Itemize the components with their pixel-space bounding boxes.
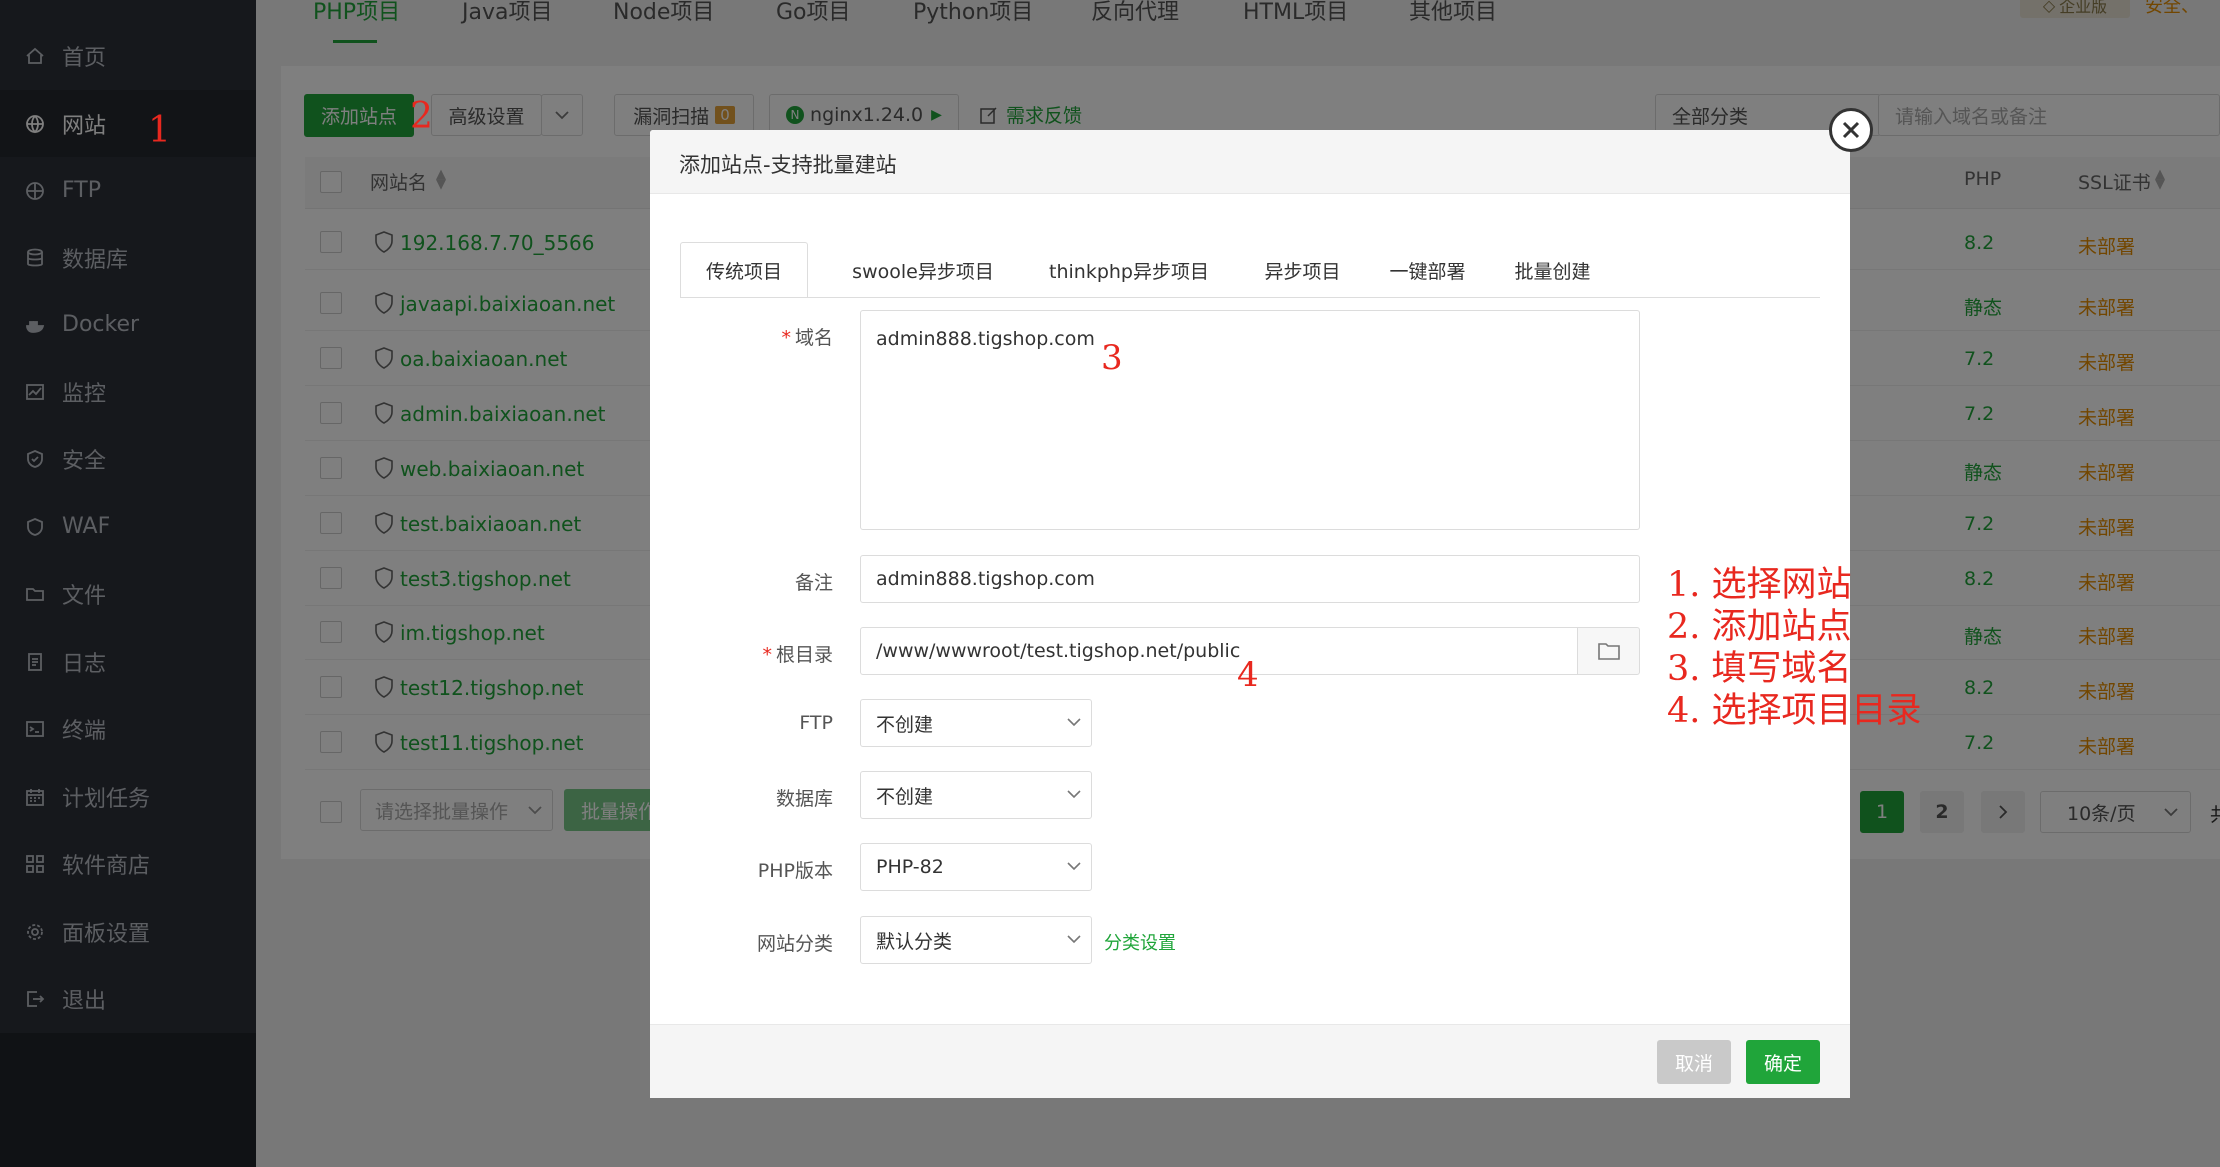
site-category-select[interactable]: 默认分类 xyxy=(860,916,1092,964)
database-select[interactable]: 不创建 xyxy=(860,771,1092,819)
tab-one-click[interactable]: 一键部署 xyxy=(1365,242,1490,298)
root-input[interactable]: /www/wwwroot/test.tigshop.net/public xyxy=(860,627,1578,675)
root-label: * 根目录 xyxy=(762,644,833,666)
annotation-3: 3 xyxy=(1101,338,1123,378)
chevron-down-icon xyxy=(1067,718,1081,727)
annotation-step-1: 1. 选择网站 xyxy=(1667,565,1852,605)
site-category-label: 网站分类 xyxy=(756,933,833,955)
annotation-step-3: 3. 填写域名 xyxy=(1667,649,1852,689)
close-icon xyxy=(1842,121,1860,139)
php-version-select[interactable]: PHP-82 xyxy=(860,843,1092,891)
chevron-down-icon xyxy=(1067,790,1081,799)
annotation-2: 2 xyxy=(410,96,433,137)
annotation-step-4: 4. 选择项目目录 xyxy=(1667,691,1922,731)
cancel-button[interactable]: 取消 xyxy=(1657,1040,1731,1084)
php-version-value: PHP-82 xyxy=(876,856,944,878)
domain-textarea[interactable]: admin888.tigshop.com xyxy=(860,310,1640,530)
tab-swoole[interactable]: swoole异步项目 xyxy=(828,242,1018,298)
ftp-label: FTP xyxy=(799,712,833,734)
modal-title: 添加站点-支持批量建站 xyxy=(679,153,897,177)
tab-traditional[interactable]: 传统项目 xyxy=(680,242,808,298)
annotation-steps: 1. 选择网站 2. 添加站点 3. 填写域名 4. 选择项目目录 xyxy=(1667,564,1922,732)
chevron-down-icon xyxy=(1067,935,1081,944)
database-label: 数据库 xyxy=(775,788,833,810)
browse-folder-button[interactable] xyxy=(1577,627,1640,675)
remark-label: 备注 xyxy=(794,572,833,594)
ftp-select[interactable]: 不创建 xyxy=(860,699,1092,747)
chevron-down-icon xyxy=(1067,862,1081,871)
tab-async[interactable]: 异步项目 xyxy=(1240,242,1365,298)
php-version-label: PHP版本 xyxy=(757,860,833,882)
ftp-select-value: 不创建 xyxy=(876,713,934,736)
database-select-value: 不创建 xyxy=(876,785,934,808)
annotation-4: 4 xyxy=(1237,655,1259,695)
confirm-button[interactable]: 确定 xyxy=(1746,1040,1820,1084)
remark-input[interactable]: admin888.tigshop.com xyxy=(860,555,1640,603)
annotation-step-2: 2. 添加站点 xyxy=(1667,607,1852,647)
category-settings-link[interactable]: 分类设置 xyxy=(1104,929,1176,955)
tab-thinkphp[interactable]: thinkphp异步项目 xyxy=(1018,242,1240,298)
annotation-1: 1 xyxy=(148,110,171,151)
site-category-value: 默认分类 xyxy=(876,930,953,953)
tab-batch[interactable]: 批量创建 xyxy=(1490,242,1615,298)
folder-icon xyxy=(1597,643,1620,660)
close-modal-button[interactable] xyxy=(1829,108,1873,152)
tabs-divider xyxy=(680,297,1820,298)
domain-label: * 域名 xyxy=(781,327,833,349)
